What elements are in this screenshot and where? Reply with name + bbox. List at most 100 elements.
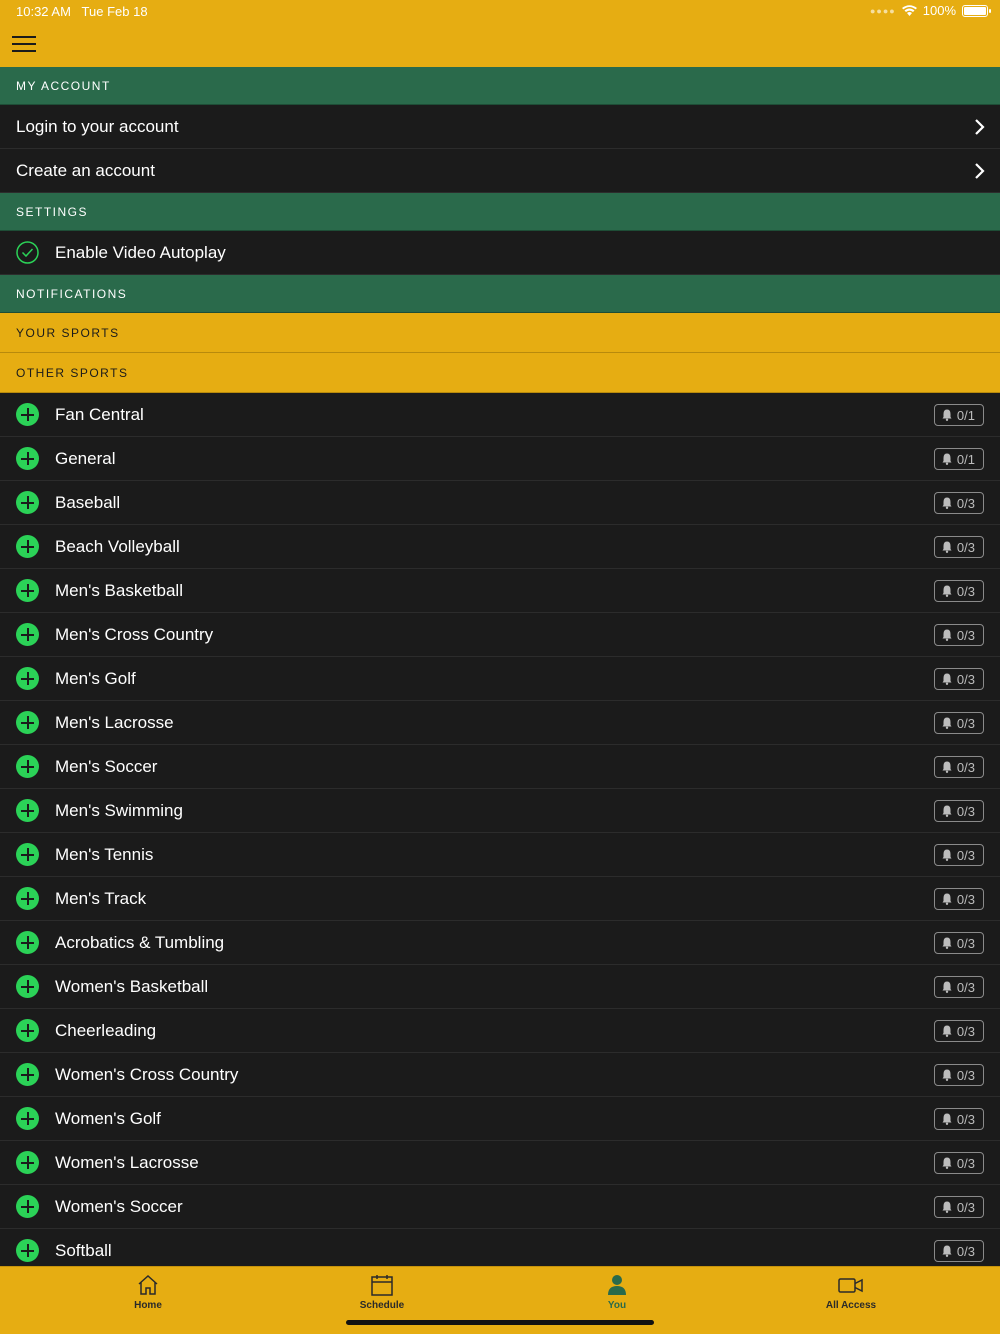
notification-count-badge[interactable]: 0/3: [933, 976, 984, 998]
sport-name: General: [55, 448, 116, 468]
video-autoplay-row[interactable]: Enable Video Autoplay: [0, 231, 1000, 275]
notification-count-badge[interactable]: 0/3: [933, 888, 984, 910]
sport-row[interactable]: Men's Golf 0/3: [0, 657, 1000, 701]
notification-count-badge[interactable]: 0/3: [933, 1152, 984, 1174]
add-circle-icon[interactable]: [16, 1063, 39, 1086]
notification-count-badge[interactable]: 0/3: [933, 844, 984, 866]
sport-name: Men's Swimming: [55, 800, 183, 820]
sport-row[interactable]: Baseball 0/3: [0, 481, 1000, 525]
add-circle-icon[interactable]: [16, 623, 39, 646]
tab-you[interactable]: You: [562, 1273, 672, 1311]
notification-count: 0/3: [956, 1111, 975, 1127]
section-header-notifications: NOTIFICATIONS: [0, 275, 1000, 313]
notification-count-badge[interactable]: 0/3: [933, 1196, 984, 1218]
sport-row[interactable]: Men's Basketball 0/3: [0, 569, 1000, 613]
checkmark-circle-icon[interactable]: [16, 241, 39, 264]
section-header-my-account: MY ACCOUNT: [0, 67, 1000, 105]
sport-row[interactable]: Cheerleading 0/3: [0, 1009, 1000, 1053]
notification-count-badge[interactable]: 0/3: [933, 492, 984, 514]
sport-row[interactable]: Men's Cross Country 0/3: [0, 613, 1000, 657]
notification-count: 0/3: [956, 539, 975, 555]
wifi-icon: [901, 5, 917, 16]
sport-row[interactable]: Women's Lacrosse 0/3: [0, 1141, 1000, 1185]
sport-row[interactable]: Men's Swimming 0/3: [0, 789, 1000, 833]
add-circle-icon[interactable]: [16, 491, 39, 514]
notification-count-badge[interactable]: 0/1: [933, 448, 984, 470]
tab-you-label: You: [607, 1300, 627, 1311]
sport-row[interactable]: Acrobatics & Tumbling 0/3: [0, 921, 1000, 965]
create-account-row[interactable]: Create an account: [0, 149, 1000, 193]
notification-count-badge[interactable]: 0/3: [933, 536, 984, 558]
add-circle-icon[interactable]: [16, 1195, 39, 1218]
bell-icon: [942, 937, 952, 949]
notification-count: 0/3: [956, 759, 975, 775]
notification-count-badge[interactable]: 0/3: [933, 932, 984, 954]
sport-name: Men's Soccer: [55, 756, 158, 776]
notification-count-badge[interactable]: 0/3: [933, 712, 984, 734]
add-circle-icon[interactable]: [16, 799, 39, 822]
add-circle-icon[interactable]: [16, 1107, 39, 1130]
video-icon: [838, 1278, 863, 1293]
add-circle-icon[interactable]: [16, 535, 39, 558]
add-circle-icon[interactable]: [16, 711, 39, 734]
notification-count-badge[interactable]: 0/3: [933, 580, 984, 602]
notification-count-badge[interactable]: 0/3: [933, 668, 984, 690]
tab-all-access[interactable]: All Access: [796, 1273, 906, 1311]
add-circle-icon[interactable]: [16, 975, 39, 998]
add-circle-icon[interactable]: [16, 755, 39, 778]
notification-count-badge[interactable]: 0/3: [933, 1064, 984, 1086]
sport-name: Men's Basketball: [55, 580, 183, 600]
notification-count-badge[interactable]: 0/3: [933, 624, 984, 646]
add-circle-icon[interactable]: [16, 447, 39, 470]
sport-row[interactable]: Women's Soccer 0/3: [0, 1185, 1000, 1229]
sport-row[interactable]: Men's Soccer 0/3: [0, 745, 1000, 789]
notification-count-badge[interactable]: 0/1: [933, 404, 984, 426]
add-circle-icon[interactable]: [16, 887, 39, 910]
login-label: Login to your account: [16, 116, 179, 136]
bell-icon: [942, 541, 952, 553]
sport-row[interactable]: Men's Lacrosse 0/3: [0, 701, 1000, 745]
video-autoplay-label: Enable Video Autoplay: [55, 242, 226, 262]
add-circle-icon[interactable]: [16, 579, 39, 602]
bell-icon: [942, 1157, 952, 1169]
notification-count-badge[interactable]: 0/3: [933, 800, 984, 822]
notification-count: 0/3: [956, 803, 975, 819]
add-circle-icon[interactable]: [16, 667, 39, 690]
sport-row[interactable]: Women's Cross Country 0/3: [0, 1053, 1000, 1097]
notification-count: 0/3: [956, 1023, 975, 1039]
section-header-your-sports: YOUR SPORTS: [0, 313, 1000, 353]
sport-row[interactable]: Women's Golf 0/3: [0, 1097, 1000, 1141]
sport-row[interactable]: Men's Tennis 0/3: [0, 833, 1000, 877]
sport-name: Cheerleading: [55, 1020, 157, 1040]
notification-count: 0/3: [956, 671, 975, 687]
hamburger-menu-icon[interactable]: [12, 36, 38, 56]
notification-count-badge[interactable]: 0/3: [933, 1108, 984, 1130]
notification-count-badge[interactable]: 0/3: [933, 1240, 984, 1262]
sport-name: Women's Cross Country: [55, 1064, 239, 1084]
sport-row[interactable]: Women's Basketball 0/3: [0, 965, 1000, 1009]
notification-count: 0/1: [956, 451, 975, 467]
top-bar: 10:32 AM Tue Feb 18 ●●●● 100%: [0, 0, 1000, 67]
notification-count-badge[interactable]: 0/3: [933, 1020, 984, 1042]
add-circle-icon[interactable]: [16, 1151, 39, 1174]
sports-list: Fan Central 0/1 General 0/1 Baseball 0/3 Beach…: [0, 393, 1000, 1273]
tab-schedule[interactable]: Schedule: [327, 1273, 437, 1311]
notification-count-badge[interactable]: 0/3: [933, 756, 984, 778]
bell-icon: [942, 673, 952, 685]
notification-count: 0/3: [956, 715, 975, 731]
sport-row[interactable]: Fan Central 0/1: [0, 393, 1000, 437]
tab-home[interactable]: Home: [93, 1273, 203, 1311]
tab-schedule-label: Schedule: [359, 1300, 405, 1311]
bell-icon: [942, 849, 952, 861]
add-circle-icon[interactable]: [16, 1239, 39, 1262]
home-icon: [138, 1274, 158, 1295]
add-circle-icon[interactable]: [16, 1019, 39, 1042]
add-circle-icon[interactable]: [16, 843, 39, 866]
login-row[interactable]: Login to your account: [0, 105, 1000, 149]
sport-row[interactable]: Men's Track 0/3: [0, 877, 1000, 921]
sport-row[interactable]: Beach Volleyball 0/3: [0, 525, 1000, 569]
sport-row[interactable]: General 0/1: [0, 437, 1000, 481]
add-circle-icon[interactable]: [16, 403, 39, 426]
add-circle-icon[interactable]: [16, 931, 39, 954]
bell-icon: [942, 1201, 952, 1213]
